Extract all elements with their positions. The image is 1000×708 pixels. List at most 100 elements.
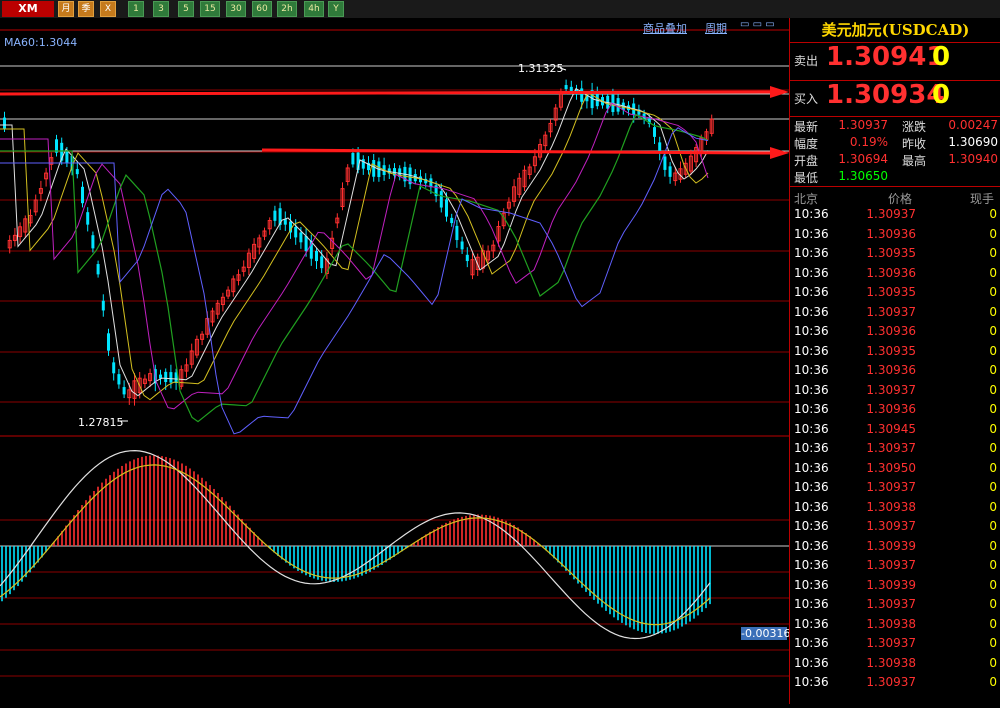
tick-row[interactable]: 10:36 1.30937 0 [790, 633, 1000, 653]
tick-time: 10:36 [794, 402, 829, 416]
tick-volume: 0 [989, 265, 997, 280]
candle-body [465, 254, 469, 262]
candle-body [439, 191, 443, 208]
tick-price: 1.30936 [866, 363, 916, 377]
tick-price: 1.30937 [866, 636, 916, 650]
tick-row[interactable]: 10:36 1.30935 0 [790, 243, 1000, 263]
tick-time: 10:36 [794, 655, 829, 670]
tick-time: 10:36 [794, 675, 829, 689]
tick-time: 10:36 [794, 226, 829, 241]
annotation-arrow [0, 90, 771, 96]
tick-row[interactable]: 10:36 1.30937 0 [790, 516, 1000, 536]
tick-time: 10:36 [794, 499, 829, 514]
tick-price: 1.30938 [866, 655, 916, 670]
tick-volume: 0 [989, 441, 997, 455]
candle-body [580, 88, 584, 102]
window-controls[interactable]: ▭ ▭ ▭ [740, 19, 782, 31]
candle-body [460, 241, 464, 250]
candle-body [668, 166, 672, 177]
stat-label: 最新 [794, 120, 819, 134]
tick-row[interactable]: 10:36 1.30937 0 [790, 302, 1000, 322]
tick-row[interactable]: 10:36 1.30937 0 [790, 594, 1000, 614]
buy-label: 买入 [794, 92, 819, 106]
period-link[interactable]: 周期 [705, 20, 727, 36]
timeframe-button[interactable]: 季 [78, 1, 94, 17]
timeframe-button[interactable]: X [100, 1, 116, 17]
tick-volume: 0 [989, 558, 997, 572]
timeframe-button[interactable]: 4h [304, 1, 324, 17]
tick-volume: 0 [989, 655, 997, 670]
add-product-link[interactable]: 商品叠加 [643, 20, 687, 36]
tick-row[interactable]: 10:36 1.30936 0 [790, 263, 1000, 283]
candle-body [455, 225, 459, 241]
candle-body [450, 217, 454, 224]
tick-volume: 0 [989, 246, 997, 260]
timeframe-button[interactable]: 月 [58, 1, 74, 17]
stat-value: 1.30937 [838, 118, 888, 132]
tick-row[interactable]: 10:36 1.30937 0 [790, 555, 1000, 575]
timeframe-button[interactable]: 60 [252, 1, 272, 17]
tick-volume: 0 [989, 304, 997, 319]
tick-price: 1.30945 [866, 421, 916, 436]
candle-body [315, 250, 318, 262]
tick-price: 1.30935 [866, 246, 916, 260]
tick-price: 1.30935 [866, 285, 916, 299]
candle-body [663, 156, 667, 170]
tick-row[interactable]: 10:36 1.30938 0 [790, 497, 1000, 517]
tick-row[interactable]: 10:36 1.30938 0 [790, 614, 1000, 634]
tick-time: 10:36 [794, 421, 829, 436]
stat-label: 最低 [794, 171, 819, 185]
chart-canvas[interactable] [0, 18, 789, 704]
timeframe-button[interactable]: 2h [277, 1, 297, 17]
timeframe-button[interactable]: Y [328, 1, 344, 17]
candle-body [273, 210, 277, 221]
candle-body [65, 151, 69, 164]
candle-body [96, 264, 100, 275]
tick-row[interactable]: 10:36 1.30937 0 [790, 438, 1000, 458]
tick-volume: 0 [989, 382, 997, 397]
timeframe-button[interactable]: 3 [153, 1, 169, 17]
tick-row[interactable]: 10:36 1.30936 0 [790, 224, 1000, 244]
tick-row[interactable]: 10:36 1.30936 0 [790, 360, 1000, 380]
tick-row[interactable]: 10:36 1.30950 0 [790, 458, 1000, 478]
tick-price: 1.30939 [866, 538, 916, 553]
timeframe-button[interactable]: 15 [200, 1, 220, 17]
tick-row[interactable]: 10:36 1.30939 0 [790, 575, 1000, 595]
tick-volume: 0 [989, 597, 997, 611]
toolbar: XM 月季 X 1 3 5 15 30 60 2h 4h Y [0, 0, 1000, 18]
candle-body [101, 300, 105, 311]
tick-row[interactable]: 10:36 1.30938 0 [790, 653, 1000, 673]
divider [790, 116, 1000, 117]
tick-price: 1.30937 [866, 441, 916, 455]
tick-row[interactable]: 10:36 1.30939 0 [790, 536, 1000, 556]
stat-value: 1.30940 [948, 152, 998, 166]
tick-time: 10:36 [794, 480, 829, 494]
tick-row[interactable]: 10:36 1.30937 0 [790, 204, 1000, 224]
timeframe-button[interactable]: 30 [226, 1, 246, 17]
tick-row[interactable]: 10:36 1.30937 0 [790, 380, 1000, 400]
candle-body [117, 374, 121, 385]
tick-time: 10:36 [794, 558, 829, 572]
tick-time: 10:36 [794, 265, 829, 280]
sell-price[interactable]: 1.30941 [826, 42, 944, 72]
candle-body [91, 235, 95, 249]
tick-row[interactable]: 10:36 1.30936 0 [790, 399, 1000, 419]
tick-price: 1.30937 [866, 382, 916, 397]
candlestick-chart[interactable]: MA60:1.3044 商品叠加 周期 ▭ ▭ ▭ 1.31325 1.2781… [0, 18, 790, 704]
candle-body [351, 153, 355, 165]
tick-row[interactable]: 10:36 1.30945 0 [790, 419, 1000, 439]
timeframe-button[interactable]: 5 [178, 1, 194, 17]
stat-label: 涨跌 [902, 120, 927, 134]
tick-price: 1.30938 [866, 616, 916, 631]
tick-row[interactable]: 10:36 1.30935 0 [790, 341, 1000, 361]
tick-time: 10:36 [794, 577, 829, 592]
annotation-arrowhead [770, 147, 789, 159]
tick-row[interactable]: 10:36 1.30937 0 [790, 477, 1000, 497]
tick-row[interactable]: 10:36 1.30936 0 [790, 321, 1000, 341]
buy-price[interactable]: 1.30934 [826, 80, 944, 110]
annotation-arrowhead [770, 86, 789, 98]
tick-row[interactable]: 10:36 1.30935 0 [790, 282, 1000, 302]
xm-logo: XM [2, 1, 54, 17]
timeframe-button[interactable]: 1 [128, 1, 144, 17]
tick-row[interactable]: 10:36 1.30937 0 [790, 672, 1000, 692]
